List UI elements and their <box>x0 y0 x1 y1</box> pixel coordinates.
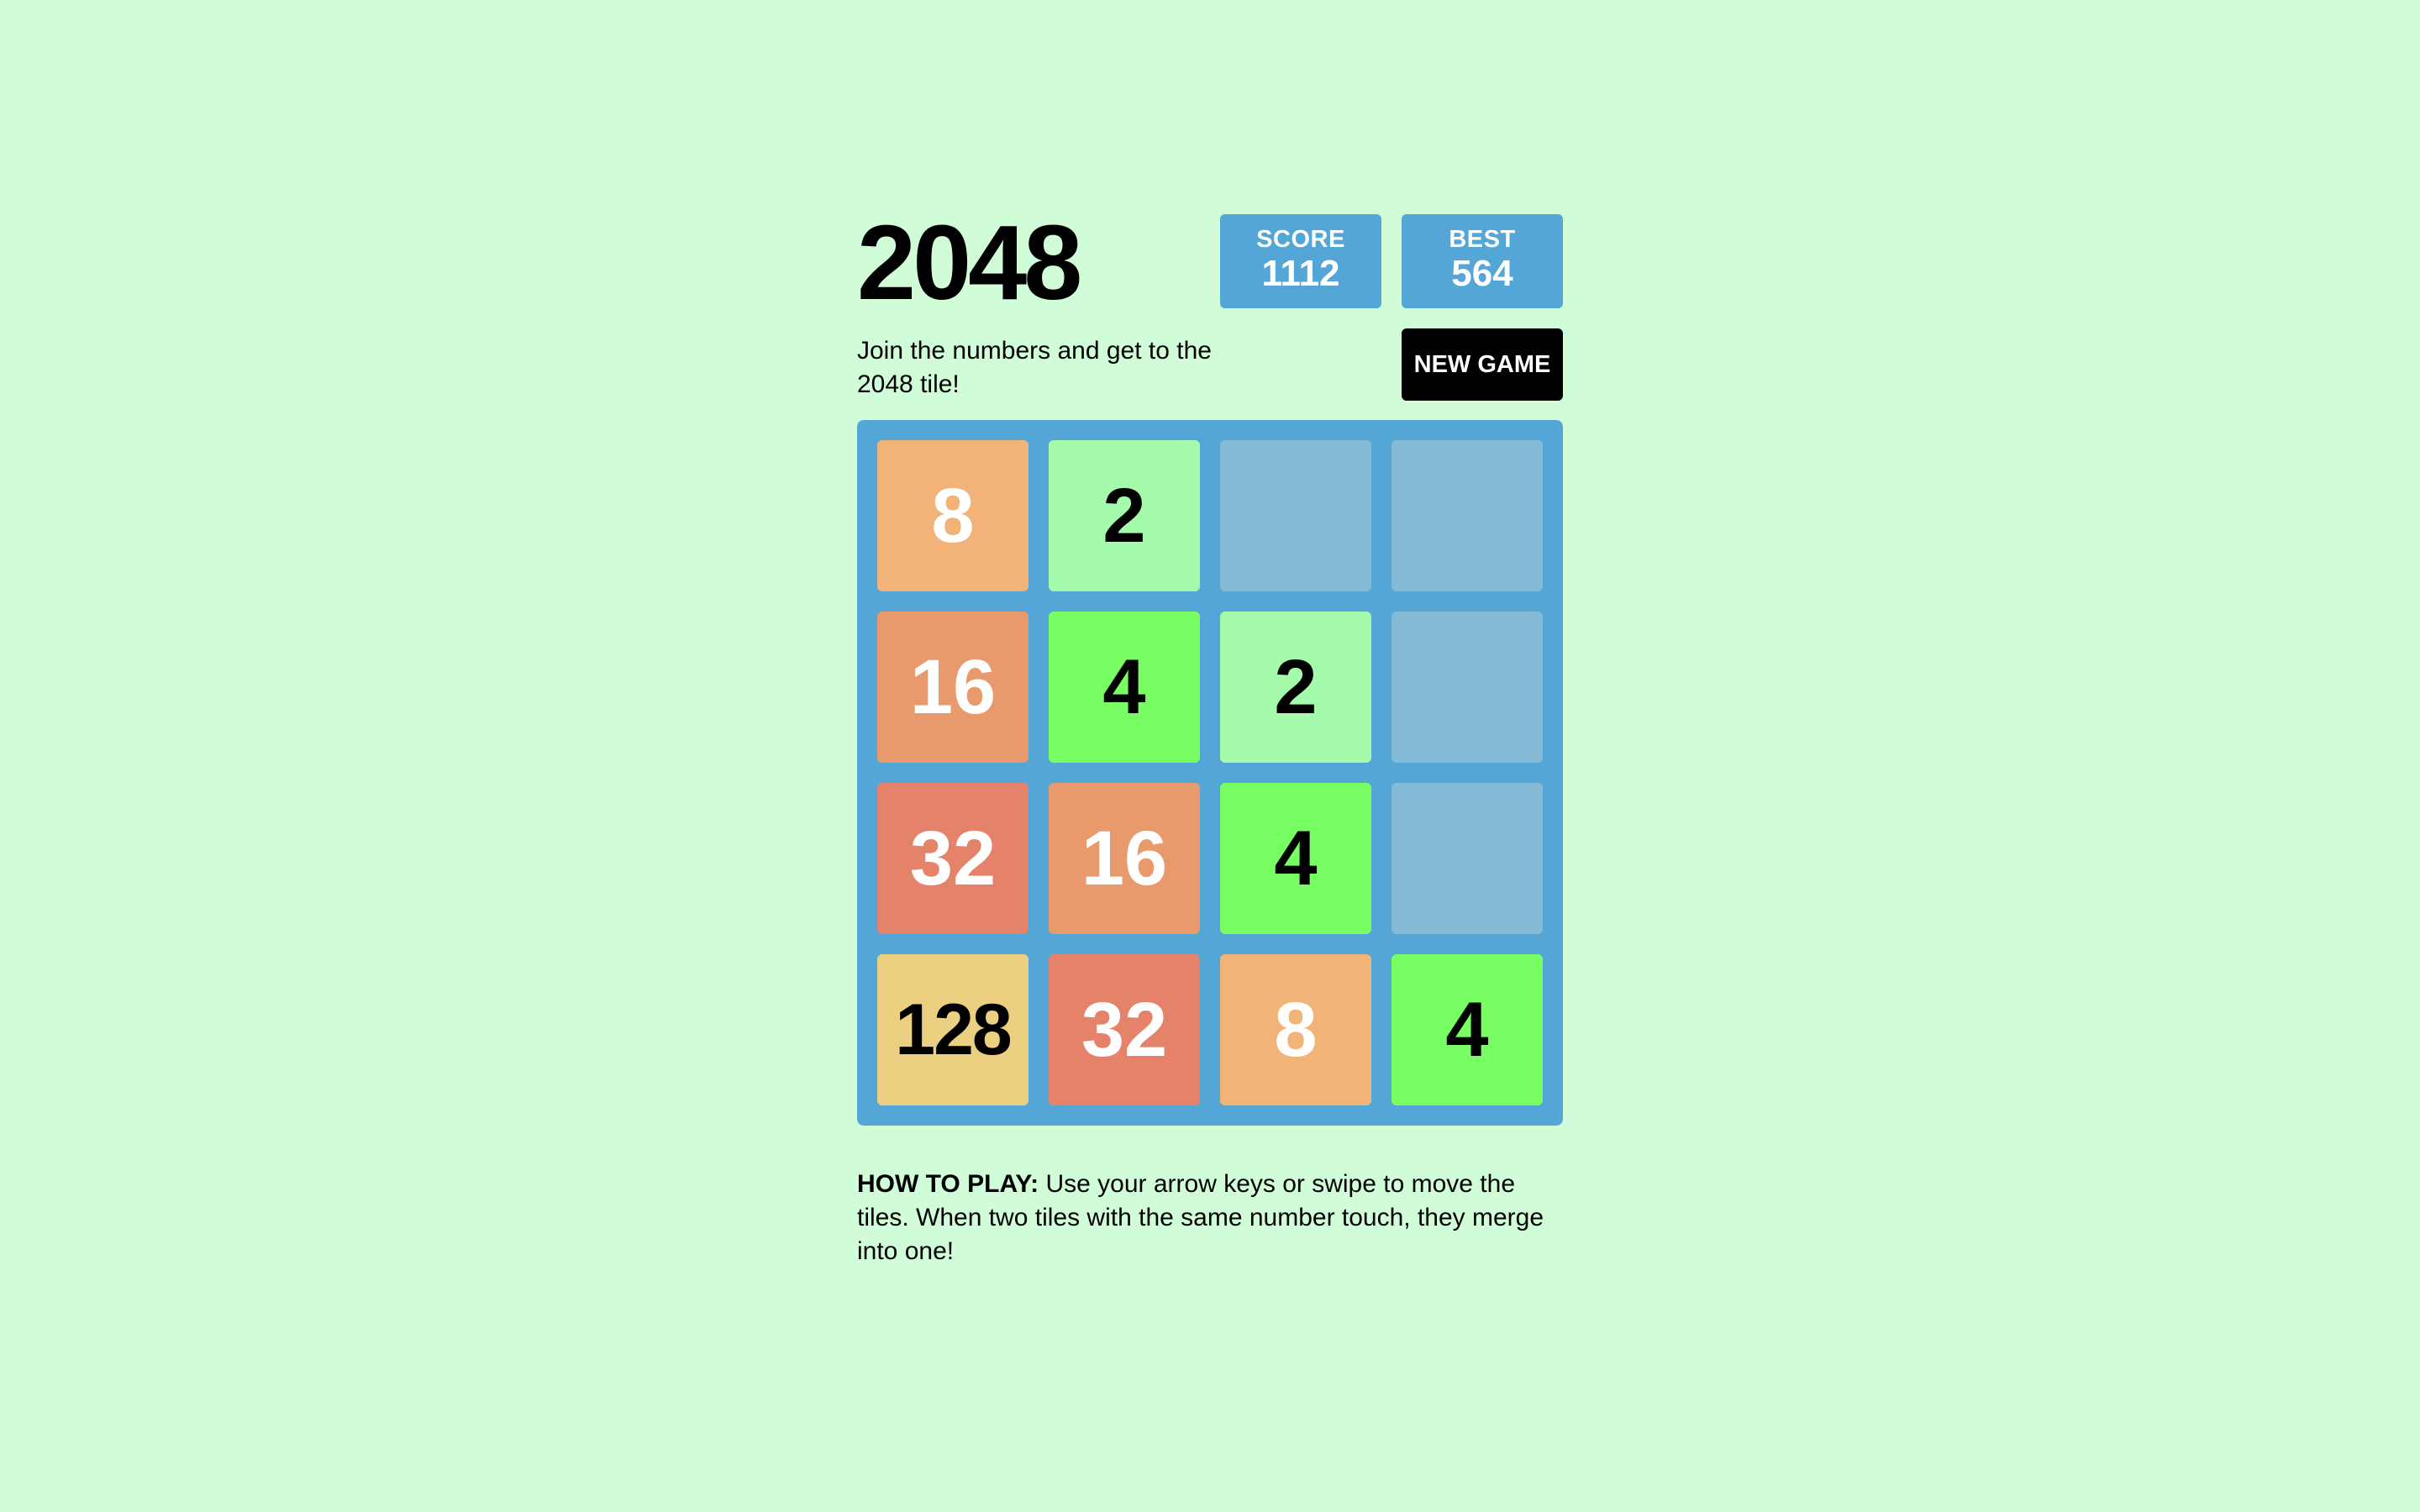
tile-128: 128 <box>877 954 1028 1105</box>
tile-4: 4 <box>1049 612 1200 763</box>
heading: 2048 SCORE 1112 BEST 564 <box>857 203 1563 322</box>
empty-cell <box>1220 440 1371 591</box>
empty-cell <box>1392 440 1543 591</box>
game-intro: Join the numbers and get to the 2048 til… <box>857 337 1212 398</box>
tile-8: 8 <box>1220 954 1371 1105</box>
how-to-play-label: HOW TO PLAY: <box>857 1170 1039 1198</box>
game-page: 2048 SCORE 1112 BEST 564 Join the number… <box>0 0 2420 1512</box>
above-game: Join the numbers and get to the 2048 til… <box>857 319 1563 420</box>
tile-2: 2 <box>1049 440 1200 591</box>
tile-8: 8 <box>877 440 1028 591</box>
tile-2: 2 <box>1220 612 1371 763</box>
best-value: 564 <box>1451 253 1513 294</box>
scores-container: SCORE 1112 BEST 564 <box>1220 214 1563 308</box>
game-title: 2048 <box>857 203 1082 322</box>
tile-32: 32 <box>1049 954 1200 1105</box>
score-box: SCORE 1112 <box>1220 214 1381 308</box>
game-board[interactable]: 8 2 16 4 2 32 16 4 128 32 8 4 <box>857 420 1563 1126</box>
best-label: BEST <box>1449 226 1516 253</box>
new-game-button[interactable]: NEW GAME <box>1402 328 1563 401</box>
tile-16: 16 <box>877 612 1028 763</box>
tile-16: 16 <box>1049 783 1200 934</box>
best-score-box: BEST 564 <box>1402 214 1563 308</box>
empty-cell <box>1392 612 1543 763</box>
empty-cell <box>1392 783 1543 934</box>
tile-4: 4 <box>1392 954 1543 1105</box>
tile-4: 4 <box>1220 783 1371 934</box>
score-label: SCORE <box>1256 226 1345 253</box>
score-value: 1112 <box>1261 253 1340 294</box>
game-container: 2048 SCORE 1112 BEST 564 Join the number… <box>857 210 1563 1294</box>
how-to-play: HOW TO PLAY: Use your arrow keys or swip… <box>857 1168 1563 1268</box>
tile-32: 32 <box>877 783 1028 934</box>
